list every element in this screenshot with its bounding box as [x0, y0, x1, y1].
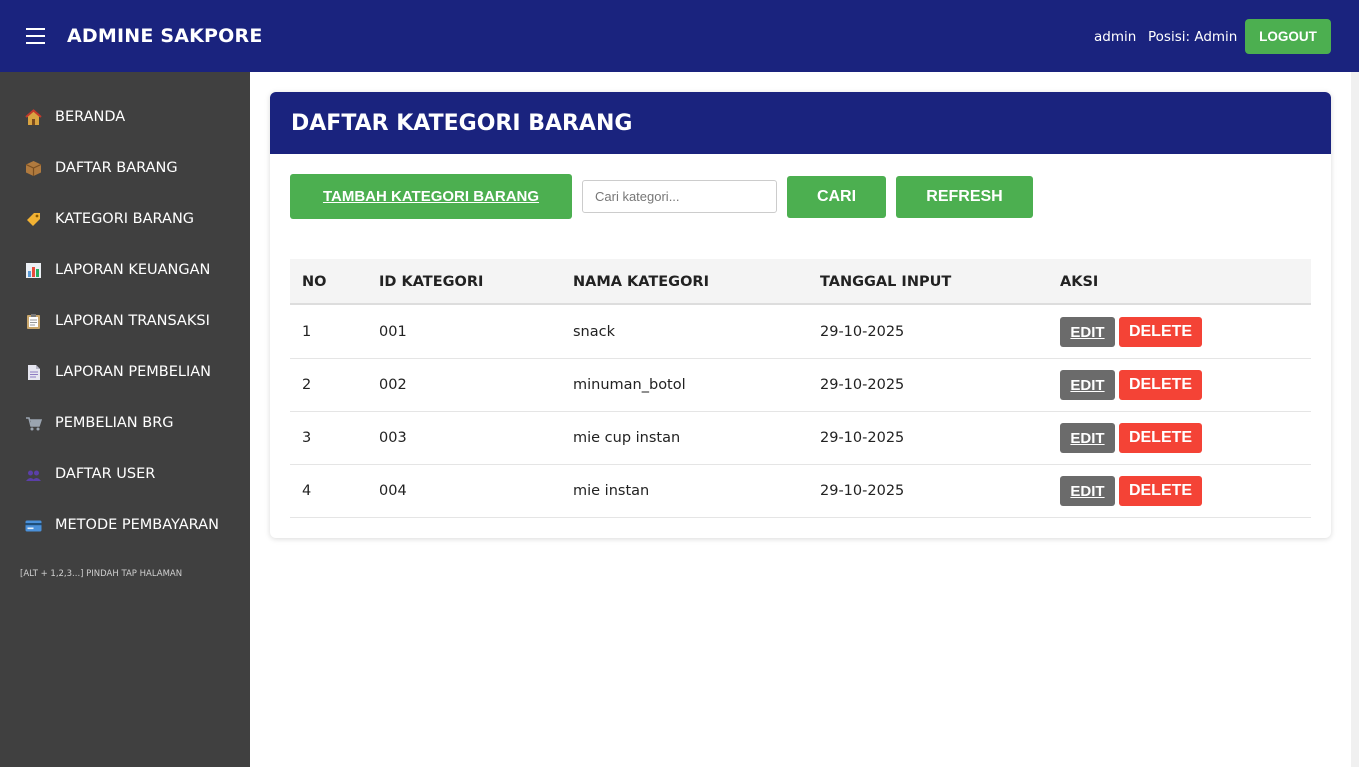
sidebar-item-label: BERANDA — [55, 109, 126, 125]
cell-id: 001 — [379, 324, 407, 340]
sidebar-item-metode-pembayaran[interactable]: METODE PEMBAYARAN — [0, 506, 250, 546]
cart-icon — [25, 415, 43, 432]
delete-button[interactable]: DELETE — [1119, 423, 1202, 453]
tag-icon — [25, 211, 42, 228]
delete-button[interactable]: DELETE — [1119, 370, 1202, 400]
cell-name: minuman_botol — [573, 377, 686, 393]
cell-no: 4 — [302, 483, 312, 499]
keyboard-shortcut-hint: [ALT + 1,2,3...] PINDAH TAP HALAMAN — [20, 569, 183, 579]
sidebar-item-laporan-pembelian[interactable]: LAPORAN PEMBELIAN — [0, 353, 250, 393]
sidebar-item-kategori-barang[interactable]: KATEGORI BARANG — [0, 200, 250, 240]
table-row: 4 004 mie instan 29-10-2025 EDIT DELETE — [290, 465, 1311, 518]
refresh-button[interactable]: REFRESH — [896, 176, 1033, 218]
cell-name: mie cup instan — [573, 430, 681, 446]
column-header-id: ID KATEGORI — [379, 274, 484, 290]
sidebar-item-beranda[interactable]: BERANDA — [0, 98, 250, 138]
page-title: DAFTAR KATEGORI BARANG — [291, 111, 633, 136]
cell-id: 004 — [379, 483, 407, 499]
app-brand: ADMINE SAKPORE — [67, 25, 263, 47]
cell-id: 002 — [379, 377, 407, 393]
logout-button[interactable]: LOGOUT — [1245, 19, 1331, 54]
table-row: 1 001 snack 29-10-2025 EDIT DELETE — [290, 306, 1311, 359]
sidebar-item-label: DAFTAR USER — [55, 466, 156, 482]
cell-no: 1 — [302, 324, 312, 340]
table-row: 3 003 mie cup instan 29-10-2025 EDIT DEL… — [290, 412, 1311, 465]
cell-date: 29-10-2025 — [820, 377, 905, 393]
cell-no: 2 — [302, 377, 312, 393]
sidebar: BERANDA DAFTAR BARANG KATEGORI BARANG LA… — [0, 72, 250, 767]
cell-date: 29-10-2025 — [820, 483, 905, 499]
search-button[interactable]: CARI — [787, 176, 886, 218]
cell-date: 29-10-2025 — [820, 430, 905, 446]
category-card: DAFTAR KATEGORI BARANG TAMBAH KATEGORI B… — [270, 92, 1331, 538]
column-header-date: TANGGAL INPUT — [820, 274, 952, 290]
top-navbar: ADMINE SAKPORE admin Posisi: Admin LOGOU… — [0, 0, 1359, 72]
delete-button[interactable]: DELETE — [1119, 317, 1202, 347]
search-input[interactable] — [582, 180, 777, 213]
hamburger-menu-icon[interactable] — [26, 26, 46, 44]
sidebar-item-daftar-user[interactable]: DAFTAR USER — [0, 455, 250, 495]
sidebar-item-label: LAPORAN KEUANGAN — [55, 262, 211, 278]
add-category-button[interactable]: TAMBAH KATEGORI BARANG — [290, 174, 572, 219]
table-row: 2 002 minuman_botol 29-10-2025 EDIT DELE… — [290, 359, 1311, 412]
user-name: admin — [1094, 29, 1137, 45]
sidebar-item-label: DAFTAR BARANG — [55, 160, 178, 176]
column-header-no: NO — [302, 274, 327, 290]
edit-button[interactable]: EDIT — [1060, 370, 1115, 400]
sidebar-item-label: KATEGORI BARANG — [55, 211, 195, 227]
column-header-name: NAMA KATEGORI — [573, 274, 709, 290]
sidebar-item-pembelian-brg[interactable]: PEMBELIAN BRG — [0, 404, 250, 444]
sidebar-item-label: PEMBELIAN BRG — [55, 415, 174, 431]
edit-button[interactable]: EDIT — [1060, 317, 1115, 347]
user-role: Posisi: Admin — [1148, 29, 1238, 45]
sidebar-item-label: LAPORAN PEMBELIAN — [55, 364, 211, 380]
users-icon — [25, 466, 42, 483]
card-header: DAFTAR KATEGORI BARANG — [270, 92, 1331, 154]
sidebar-item-laporan-transaksi[interactable]: LAPORAN TRANSAKSI — [0, 302, 250, 342]
credit-card-icon — [25, 517, 42, 534]
cell-id: 003 — [379, 430, 407, 446]
sidebar-item-laporan-keuangan[interactable]: LAPORAN KEUANGAN — [0, 251, 250, 291]
delete-button[interactable]: DELETE — [1119, 476, 1202, 506]
clipboard-icon — [25, 313, 42, 330]
bar-chart-icon — [25, 262, 42, 279]
cell-name: snack — [573, 324, 615, 340]
sidebar-item-label: LAPORAN TRANSAKSI — [55, 313, 210, 329]
package-icon — [25, 160, 42, 177]
cell-no: 3 — [302, 430, 312, 446]
column-header-action: AKSI — [1060, 274, 1099, 290]
cell-date: 29-10-2025 — [820, 324, 905, 340]
sidebar-item-label: METODE PEMBAYARAN — [55, 517, 219, 533]
edit-button[interactable]: EDIT — [1060, 423, 1115, 453]
edit-button[interactable]: EDIT — [1060, 476, 1115, 506]
page-scrollbar[interactable] — [1351, 72, 1359, 767]
sidebar-item-daftar-barang[interactable]: DAFTAR BARANG — [0, 149, 250, 189]
house-icon — [25, 109, 42, 126]
cell-name: mie instan — [573, 483, 650, 499]
document-icon — [25, 364, 42, 381]
table-header: NO ID KATEGORI NAMA KATEGORI TANGGAL INP… — [290, 259, 1311, 305]
